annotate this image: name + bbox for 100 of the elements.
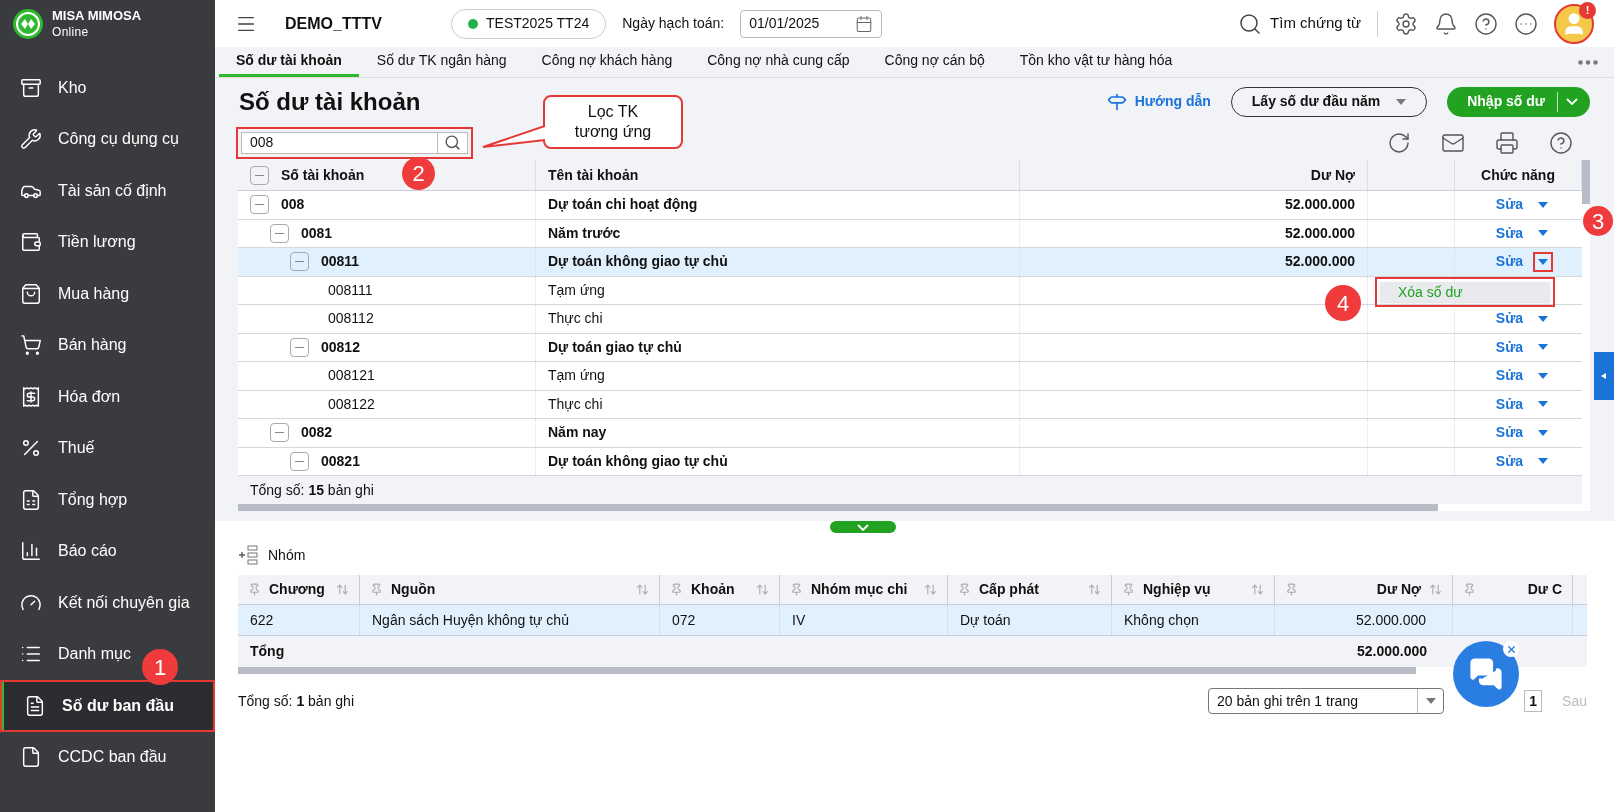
account-name: Dự toán chi hoạt động — [548, 195, 698, 215]
guide-link[interactable]: Hướng dẫn — [1106, 91, 1211, 112]
settings-icon[interactable] — [1394, 11, 1418, 36]
edit-link[interactable]: Sửa — [1495, 393, 1524, 415]
grid-row[interactable]: 0081 Năm trước 52.000.000 Sửa — [238, 219, 1582, 248]
column-header[interactable]: Cấp phát — [948, 575, 1112, 604]
sidebar-item[interactable]: Tài sản cố định — [0, 165, 175, 217]
grid-row[interactable]: 008122 Thực chi Sửa — [238, 390, 1582, 419]
sidebar-item[interactable]: Kho — [0, 62, 95, 114]
tab[interactable]: Tồn kho vật tư hàng hóa — [1002, 47, 1190, 77]
print-icon[interactable] — [1495, 130, 1519, 155]
grid-row[interactable]: 0082 Năm nay Sửa — [238, 419, 1582, 448]
column-header[interactable]: Khoản — [660, 575, 780, 604]
grid-row[interactable]: 00812 Dự toán giao tự chủ Sửa — [238, 333, 1582, 362]
collapse-toggle[interactable] — [270, 423, 289, 443]
table-cell-text: Dự toán — [960, 610, 1011, 630]
pin-icon — [370, 583, 383, 596]
tab[interactable]: Công nợ cán bộ — [867, 47, 1002, 77]
caret-icon — [1599, 373, 1609, 379]
edit-link[interactable]: Sửa — [1495, 222, 1524, 244]
sidebar-item[interactable]: Công cụ dụng cụ — [0, 113, 187, 165]
edit-link[interactable]: Sửa — [1495, 422, 1524, 444]
bell-icon[interactable] — [1434, 11, 1458, 36]
edit-link[interactable]: Sửa — [1495, 336, 1524, 358]
close-icon[interactable] — [1503, 641, 1519, 657]
page-size-select[interactable]: 20 bản ghi trên 1 trang — [1208, 688, 1445, 714]
voucher-search[interactable]: Tìm chứng từ — [1238, 11, 1361, 36]
sort-icon — [1251, 583, 1264, 596]
company-name: DEMO_TTTV — [285, 13, 383, 34]
account-number: 008 — [281, 195, 305, 215]
tab[interactable]: Công nợ khách hàng — [524, 47, 690, 77]
sidebar-item[interactable]: Bán hàng — [0, 319, 135, 371]
edit-link[interactable]: Sửa — [1495, 194, 1524, 216]
help-icon[interactable] — [1549, 130, 1573, 155]
collapse-toggle[interactable] — [250, 195, 269, 215]
group-button[interactable]: Nhóm — [238, 543, 306, 567]
sidebar-item[interactable]: Tổng hợp — [0, 474, 136, 526]
column-header[interactable]: Nghiệp vụ — [1112, 575, 1275, 604]
collapse-toggle[interactable] — [290, 337, 309, 357]
edit-link[interactable]: Sửa — [1495, 450, 1524, 472]
pin-icon — [1122, 583, 1135, 596]
grid-row[interactable]: 00811 Dự toán không giao tự chủ 52.000.000 Sửa — [238, 248, 1582, 277]
account-number: 008112 — [327, 309, 374, 329]
more-icon[interactable] — [1578, 59, 1598, 65]
sidebar-item[interactable]: Mua hàng — [0, 268, 138, 320]
sidebar-item[interactable]: Tiền lương — [0, 216, 144, 268]
tab[interactable]: Số dư TK ngân hàng — [359, 47, 524, 77]
collapse-all-toggle[interactable] — [250, 165, 269, 185]
bag-icon — [20, 282, 42, 305]
page-number[interactable]: 1 — [1524, 690, 1543, 712]
collapse-toggle[interactable] — [290, 451, 309, 471]
column-header[interactable]: Nguồn — [360, 575, 660, 604]
chevron-icon — [1566, 98, 1578, 105]
sort-icon — [924, 583, 937, 596]
total-label: Tổng — [249, 642, 286, 661]
sidebar-item[interactable]: CCDC ban đầu — [0, 731, 175, 783]
tab[interactable]: Công nợ nhà cung cấp — [690, 47, 867, 77]
pin-icon — [1285, 583, 1298, 596]
sidebar-item[interactable]: Danh mục — [0, 628, 139, 680]
collapse-toggle[interactable] — [270, 223, 289, 243]
table-cell-text: 52.000.000 — [1355, 610, 1426, 630]
column-header[interactable]: Dư Nợ — [1275, 575, 1453, 604]
account-name: Dự toán không giao tự chủ — [548, 252, 728, 272]
sidebar-item[interactable]: Thuế — [0, 422, 103, 474]
panel-toggle[interactable] — [830, 521, 896, 533]
collapse-toggle[interactable] — [290, 252, 309, 272]
avatar[interactable]: ! — [1554, 3, 1594, 44]
sidebar-item[interactable]: Báo cáo — [0, 525, 125, 577]
sidebar-item[interactable]: Kết nối chuyên gia — [0, 577, 198, 629]
debit-amount: 52.000.000 — [1284, 223, 1355, 243]
refresh-icon[interactable] — [1387, 130, 1411, 155]
tab[interactable]: Số dư tài khoản — [219, 47, 359, 77]
column-header: Dư Nợ — [1020, 160, 1368, 190]
sidebar-item[interactable]: Số dư ban đầu — [0, 680, 215, 732]
date-label: Ngày hạch toán: — [622, 14, 725, 33]
grid-row[interactable]: 008121 Tạm ứng Sửa — [238, 362, 1582, 391]
grid-row[interactable]: 008 Dự toán chi hoạt động 52.000.000 Sửa — [238, 191, 1582, 220]
account-name: Thực chi — [548, 394, 603, 414]
search-field[interactable]: 008 — [236, 126, 473, 159]
help-icon[interactable] — [1474, 11, 1498, 36]
chart-icon — [20, 540, 42, 563]
more-icon[interactable] — [1514, 11, 1538, 36]
account-number: 008121 — [327, 366, 375, 386]
date-field[interactable]: 01/01/2025 — [740, 9, 883, 38]
column-header[interactable]: Chương — [238, 575, 360, 604]
sidebar-item[interactable]: Hóa đơn — [0, 371, 129, 423]
table-cell-text: Không chọn — [1124, 610, 1199, 630]
logo-icon — [12, 8, 44, 40]
column-header[interactable]: Nhóm mục chi — [780, 575, 948, 604]
edit-link[interactable]: Sửa — [1495, 251, 1524, 273]
table-cell-text: IV — [792, 610, 806, 630]
edit-link[interactable]: Sửa — [1495, 308, 1524, 330]
debit-amount: 52.000.000 — [1284, 195, 1355, 215]
account-name: Tạm ứng — [548, 280, 605, 300]
record-count: Tổng số: 1 bản ghi — [238, 691, 355, 711]
column-header[interactable]: Dư C — [1453, 575, 1573, 604]
grid-row[interactable]: 00821 Dự toán không giao tự chủ Sửa — [238, 447, 1582, 476]
account-number: 008122 — [327, 394, 375, 414]
detail-row[interactable]: 622 Ngân sách Huyện không tự chủ 072 IV Dự toán Không chọn 52.000.000 — [238, 605, 1587, 636]
edit-link[interactable]: Sửa — [1495, 365, 1524, 387]
